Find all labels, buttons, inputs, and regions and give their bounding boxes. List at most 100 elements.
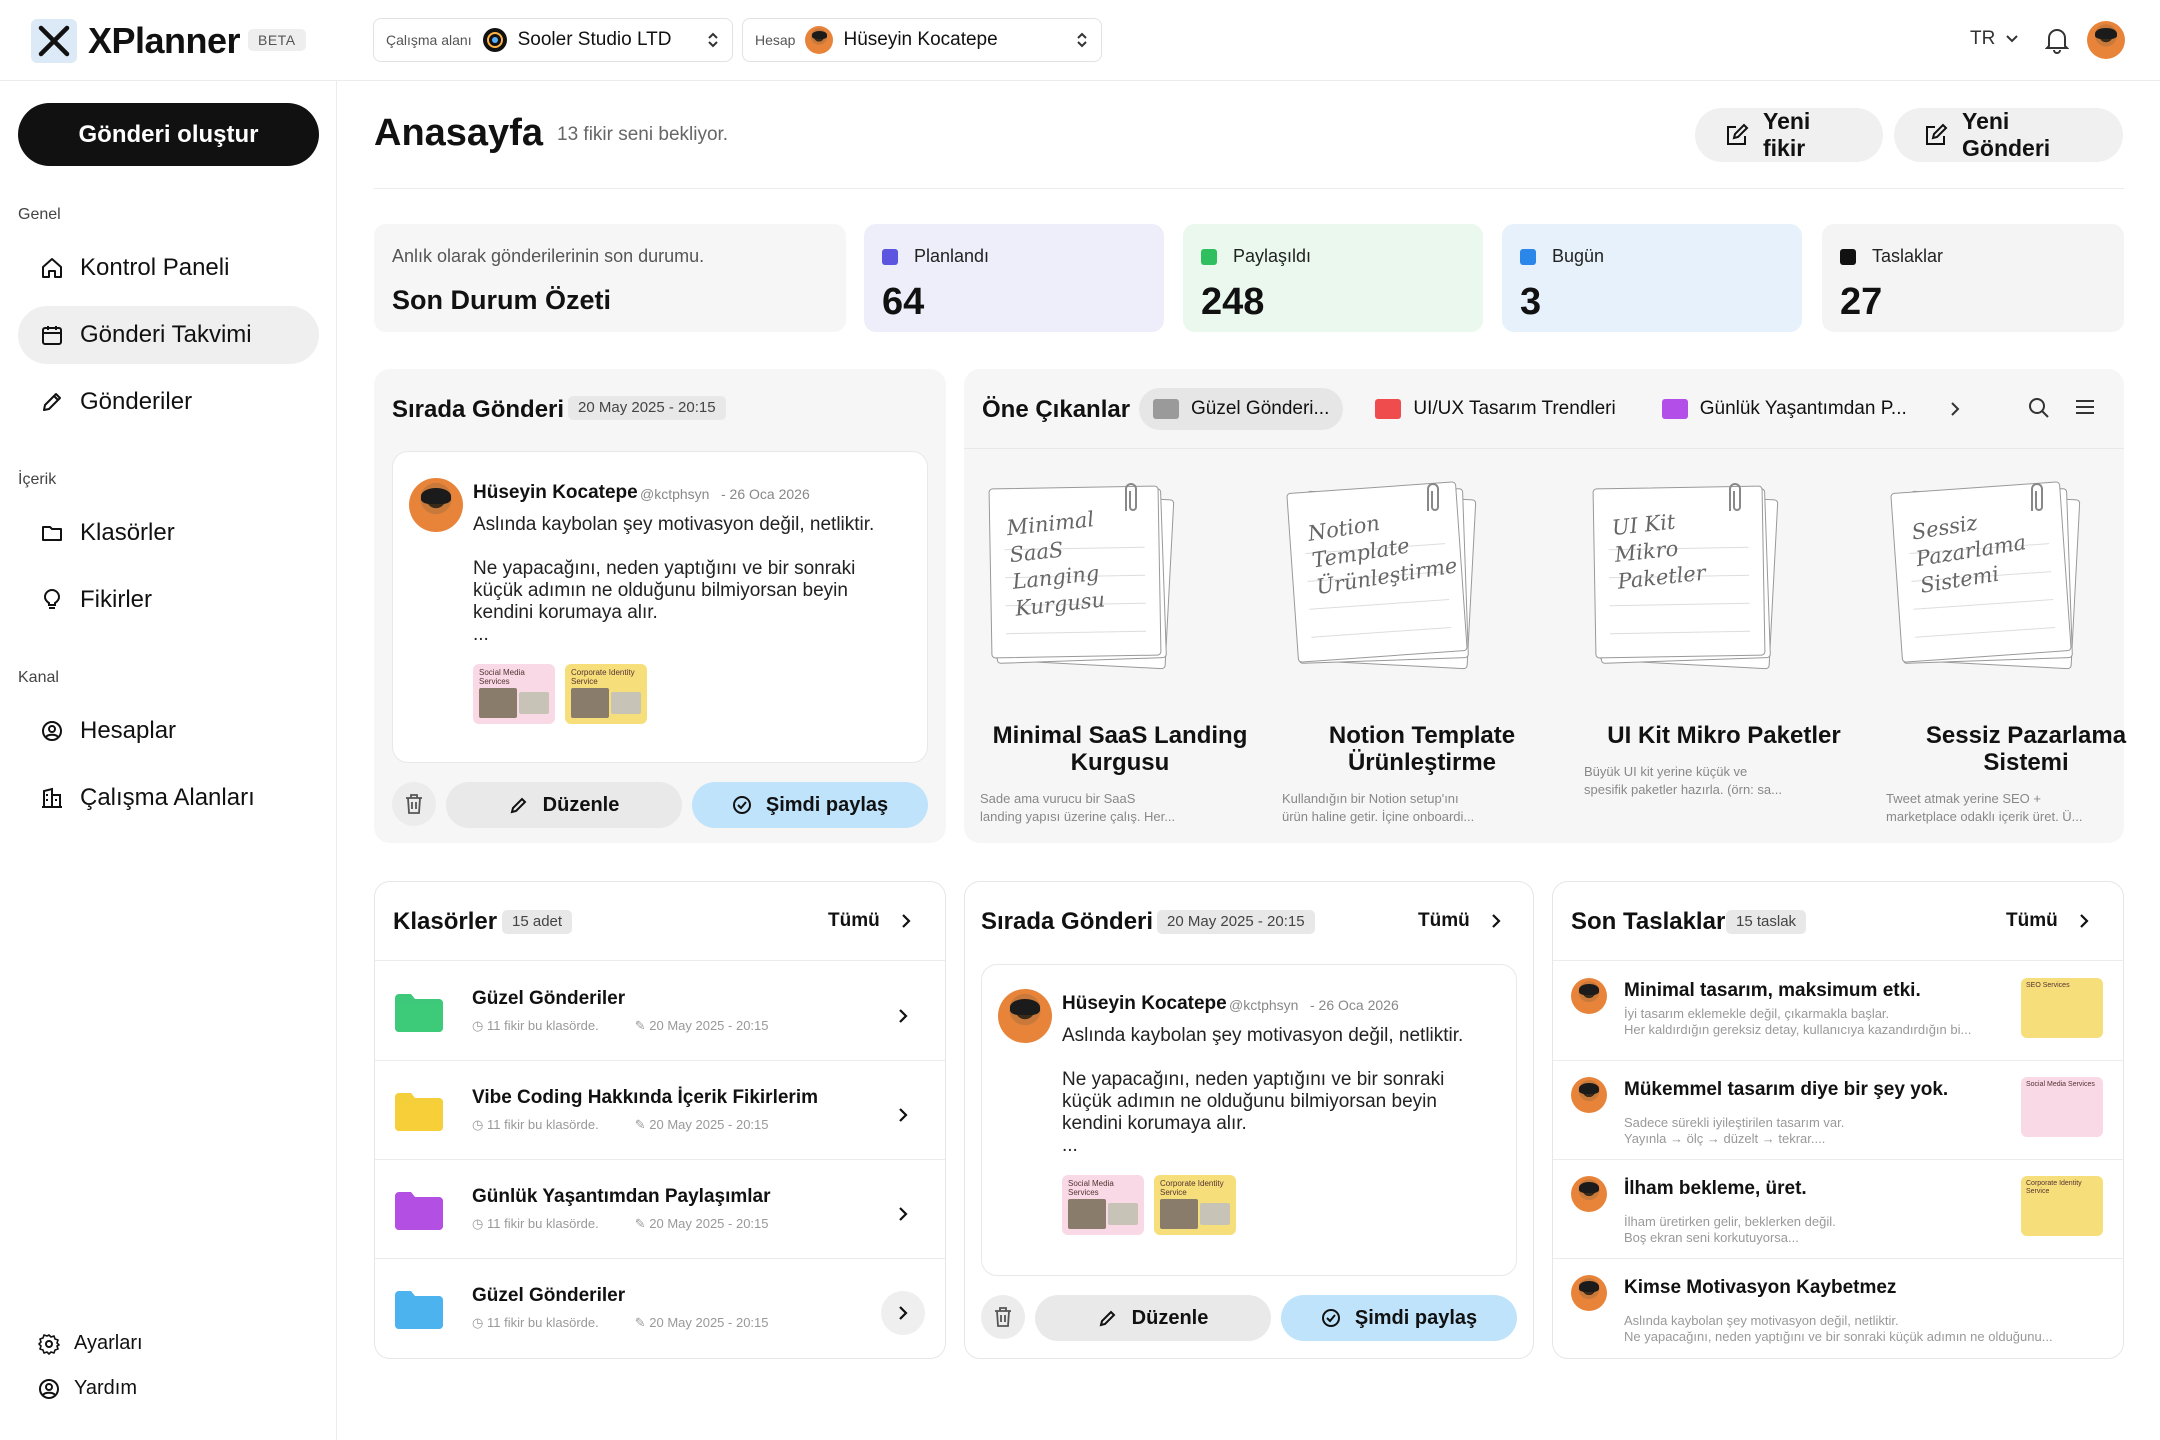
folder-row[interactable]: Güzel Gönderiler ◷ 11 fikir bu klasörde.…	[375, 962, 945, 1061]
new-post-button[interactable]: Yeni Gönderi	[1894, 108, 2123, 162]
folder-icon	[395, 994, 443, 1032]
chevron-right-icon[interactable]	[881, 1093, 925, 1137]
edit-button[interactable]: Düzenle	[1035, 1295, 1271, 1341]
folder-row[interactable]: Vibe Coding Hakkında İçerik Fikirlerim ◷…	[375, 1061, 945, 1160]
edit-square-icon	[1924, 123, 1948, 147]
post-preview[interactable]: Hüseyin Kocatepe @kctphsyn - 26 Oca 2026…	[981, 964, 1517, 1276]
summary-caption: Anlık olarak gönderilerinin son durumu.	[392, 246, 705, 266]
create-post-button[interactable]: Gönderi oluştur	[18, 103, 319, 166]
chevron-right-icon[interactable]	[881, 1291, 925, 1335]
idea-note-image[interactable]: UI Kit Mikro Paketler	[1592, 483, 1779, 670]
sidebar-item-calendar[interactable]: Gönderi Takvimi	[18, 306, 319, 364]
draft-thumbnail[interactable]: SEO Services	[2021, 978, 2103, 1038]
author-avatar	[1571, 1275, 1607, 1311]
chevron-right-icon[interactable]	[1949, 401, 1961, 417]
thumb-caption: Social Media Services	[2026, 1081, 2095, 1088]
desc-line: ürün haline getir. İçine onboardi...	[1282, 809, 1475, 824]
featured-item[interactable]: Minimal SaaS Landing Kurgusu Sade ama vu…	[980, 722, 1260, 826]
sidebar-item-ideas[interactable]: Fikirler	[18, 571, 319, 629]
folder-icon	[395, 1093, 443, 1131]
drafts-card: Son Taslaklar 15 taslak Tümü Minimal tas…	[1552, 881, 2124, 1359]
draft-row[interactable]: İlham bekleme, üret. İlham üretirken gel…	[1553, 1160, 2123, 1259]
share-now-button[interactable]: Şimdi paylaş	[692, 782, 928, 828]
search-icon[interactable]	[2028, 397, 2050, 419]
post-image[interactable]: Corporate Identity Service	[565, 664, 647, 724]
idea-note-image[interactable]: Notion Template Ürünleştirme	[1286, 481, 1477, 670]
tab-featured-1[interactable]: UI/UX Tasarım Trendleri	[1361, 388, 1629, 430]
folder-icon	[1153, 399, 1179, 419]
stat-planned[interactable]: Planlandı 64	[864, 224, 1164, 332]
folder-icon	[40, 521, 64, 545]
share-now-button[interactable]: Şimdi paylaş	[1281, 1295, 1517, 1341]
menu-icon[interactable]	[2074, 398, 2096, 416]
post-line: kendini korumaya alır.	[473, 602, 658, 623]
delete-button[interactable]	[392, 782, 436, 826]
page-subtitle: 13 fikir seni bekliyor.	[557, 124, 729, 145]
top-bar: XPlanner BETA Çalışma alanı Sooler Studi…	[0, 0, 2160, 81]
sidebar-item-dashboard[interactable]: Kontrol Paneli	[18, 239, 319, 297]
thumb-caption: SEO Services	[2026, 982, 2070, 989]
delete-button[interactable]	[981, 1295, 1025, 1339]
edit-label: Düzenle	[542, 793, 620, 816]
featured-item[interactable]: Notion Template Ürünleştirme Kullandığın…	[1282, 722, 1562, 826]
post-image[interactable]: Corporate Identity Service	[1154, 1175, 1236, 1235]
idea-note-image[interactable]: Minimal SaaS Langing Kurgusu	[988, 483, 1175, 670]
stat-shared[interactable]: Paylaşıldı 248	[1183, 224, 1483, 332]
featured-item[interactable]: Sessiz Pazarlama Sistemi Tweet atmak yer…	[1886, 722, 2160, 826]
draft-row[interactable]: Minimal tasarım, maksimum etki. İyi tasa…	[1553, 962, 2123, 1061]
pencil-icon	[40, 390, 64, 414]
featured-item-title: UI Kit Mikro Paketler	[1607, 722, 1841, 749]
sidebar-item-posts[interactable]: Gönderiler	[18, 373, 319, 431]
folder-date: 20 May 2025 - 20:15	[649, 1315, 769, 1330]
chevron-right-icon[interactable]	[881, 994, 925, 1038]
account-selector[interactable]: Hesap Hüseyin Kocatepe	[742, 18, 1102, 62]
featured-item[interactable]: UI Kit Mikro Paketler Büyük UI kit yerin…	[1584, 722, 1864, 799]
sidebar-item-folders[interactable]: Klasörler	[18, 504, 319, 562]
draft-row[interactable]: Kimse Motivasyon Kaybetmez Aslında kaybo…	[1553, 1259, 2123, 1358]
bell-icon[interactable]	[2045, 26, 2069, 54]
post-line: Aslında kaybolan şey motivasyon değil, n…	[473, 514, 875, 535]
stat-today[interactable]: Bugün 3	[1502, 224, 1802, 332]
tab-featured-2[interactable]: Günlük Yaşantımdan P...	[1648, 388, 1921, 430]
workspace-label: Çalışma alanı	[386, 32, 472, 48]
thumb-caption: Corporate Identity Service	[571, 668, 635, 686]
drafts-all-link[interactable]: Tümü	[2006, 910, 2090, 932]
chevron-right-icon[interactable]	[881, 1192, 925, 1236]
queue2-all-link[interactable]: Tümü	[1418, 910, 1502, 932]
queue-title: Sırada Gönderi	[392, 396, 565, 423]
post-image[interactable]: Social Media Services	[1062, 1175, 1144, 1235]
drafts-count: 15 taslak	[1726, 910, 1807, 934]
author-avatar	[1571, 1176, 1607, 1212]
post-date: - 26 Oca 2026	[1310, 997, 1399, 1013]
stat-value: 248	[1201, 281, 1265, 323]
desc-line: spesifik paketler hazırla. (örn: sa...	[1584, 782, 1782, 797]
sidebar-item-workspaces[interactable]: Çalışma Alanları	[18, 769, 319, 827]
workspace-selector[interactable]: Çalışma alanı Sooler Studio LTD	[373, 18, 733, 62]
new-post-label: Yeni Gönderi	[1962, 108, 2051, 161]
desc-line: Kullandığın bir Notion setup'ını	[1282, 791, 1459, 806]
draft-desc: Ne yapacağını, neden yaptığını ve bir so…	[1624, 1329, 2053, 1344]
drafts-header: Son Taslaklar 15 taslak Tümü	[1553, 882, 2123, 961]
folder-name: Güzel Gönderiler	[472, 1285, 626, 1306]
post-image[interactable]: Social Media Services	[473, 664, 555, 724]
draft-thumbnail[interactable]: Social Media Services	[2021, 1077, 2103, 1137]
folders-all-link[interactable]: Tümü	[828, 910, 912, 932]
folder-row[interactable]: Günlük Yaşantımdan Paylaşımlar ◷ 11 fiki…	[375, 1160, 945, 1259]
post-preview[interactable]: Hüseyin Kocatepe @kctphsyn - 26 Oca 2026…	[392, 451, 928, 763]
user-avatar[interactable]	[2087, 21, 2125, 59]
idea-note-image[interactable]: Sessiz Pazarlama Sistemi	[1890, 481, 2081, 670]
sidebar-item-accounts[interactable]: Hesaplar	[18, 702, 319, 760]
stat-drafts[interactable]: Taslaklar 27	[1822, 224, 2124, 332]
draft-row[interactable]: Mükemmel tasarım diye bir şey yok. Sadec…	[1553, 1061, 2123, 1160]
language-selector[interactable]: TR	[1970, 28, 2019, 50]
edit-button[interactable]: Düzenle	[446, 782, 682, 828]
logo-icon[interactable]	[31, 19, 77, 63]
folders-card: Klasörler 15 adet Tümü Güzel Gönderiler …	[374, 881, 946, 1359]
folder-row[interactable]: Güzel Gönderiler ◷ 11 fikir bu klasörde.…	[375, 1259, 945, 1358]
new-idea-button[interactable]: Yeni fikir	[1695, 108, 1883, 162]
folder-date: 20 May 2025 - 20:15	[649, 1216, 769, 1231]
draft-thumbnail[interactable]: Corporate Identity Service	[2021, 1176, 2103, 1236]
sidebar-item-help[interactable]: Yardım	[38, 1377, 137, 1400]
tab-featured-0[interactable]: Güzel Gönderi...	[1139, 388, 1344, 430]
sidebar-item-settings[interactable]: Ayarları	[38, 1332, 143, 1355]
